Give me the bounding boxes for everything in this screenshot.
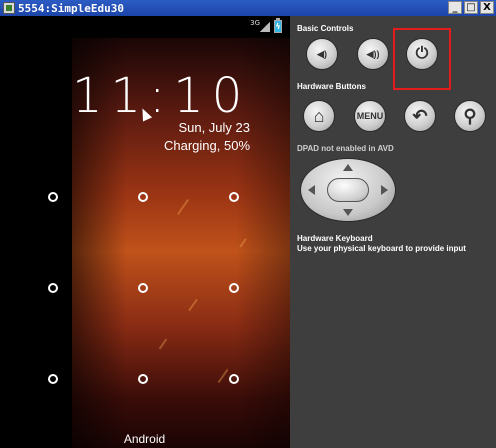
hardware-keyboard-title: Hardware Keyboard (297, 234, 373, 243)
home-button[interactable]: ⌂ (303, 100, 335, 132)
dpad-status-label: DPAD not enabled in AVD (297, 144, 394, 153)
hardware-keyboard-description: Use your physical keyboard to provide in… (297, 244, 466, 253)
wallpaper-streak (217, 368, 229, 384)
wallpaper-streak (188, 298, 198, 312)
pattern-dot[interactable] (229, 192, 239, 202)
menu-button[interactable]: MENU (354, 100, 386, 132)
device-screen[interactable]: 3G ϟ 11:10 Sun, July 23 Charging, 50% An… (0, 16, 290, 448)
window-title-bar: 5554:SimpleEdu30 _ □ X (0, 0, 496, 16)
maximize-button[interactable]: □ (464, 1, 478, 14)
signal-icon (260, 22, 270, 32)
wallpaper-streak (158, 338, 168, 350)
pattern-dot[interactable] (138, 283, 148, 293)
battery-icon: ϟ (274, 18, 282, 33)
pattern-dot[interactable] (48, 283, 58, 293)
volume-down-button[interactable]: ◀) (306, 38, 338, 70)
emulator-controls-panel: Basic Controls ◀) ◀)) ⏻ Hardware Buttons… (290, 16, 496, 448)
dpad-down-icon[interactable] (343, 209, 353, 216)
hardware-buttons-label: Hardware Buttons (297, 82, 366, 91)
search-icon: ⚲ (463, 105, 477, 126)
power-button-highlight (393, 28, 451, 90)
lockscreen-clock: 11:10 (72, 68, 251, 124)
menu-label: MENU (356, 111, 384, 121)
basic-controls-label: Basic Controls (297, 24, 354, 33)
back-icon: ↶ (412, 105, 428, 126)
charging-bolt-icon: ϟ (275, 22, 281, 31)
pattern-dot[interactable] (138, 374, 148, 384)
pattern-dot[interactable] (138, 192, 148, 202)
pattern-dot[interactable] (48, 374, 58, 384)
back-button[interactable]: ↶ (404, 100, 436, 132)
emulator-app-icon (3, 2, 15, 14)
lockscreen-date: Sun, July 23 (178, 120, 250, 135)
wallpaper-streak (177, 199, 189, 215)
pattern-dot[interactable] (48, 192, 58, 202)
close-button[interactable]: X (480, 1, 494, 14)
volume-up-button[interactable]: ◀)) (357, 38, 389, 70)
dpad-center-button[interactable] (327, 178, 369, 202)
volume-up-icon: ◀)) (366, 48, 380, 59)
minimize-button[interactable]: _ (448, 1, 462, 14)
pattern-dot[interactable] (229, 283, 239, 293)
home-icon: ⌂ (313, 105, 325, 126)
volume-down-icon: ◀) (317, 48, 327, 59)
status-bar: 3G ϟ (72, 16, 290, 38)
charging-status: Charging, 50% (164, 138, 250, 153)
network-type-label: 3G (250, 19, 260, 27)
window-title: 5554:SimpleEdu30 (18, 1, 124, 15)
wallpaper-streak (239, 238, 247, 248)
search-button[interactable]: ⚲ (454, 100, 486, 132)
dpad-left-icon[interactable] (308, 185, 315, 195)
dpad-control[interactable] (300, 158, 396, 222)
carrier-label: Android (123, 432, 166, 446)
pattern-dot[interactable] (229, 374, 239, 384)
dpad-up-icon[interactable] (343, 164, 353, 171)
dpad-right-icon[interactable] (381, 185, 388, 195)
window-controls: _ □ X (448, 1, 494, 14)
